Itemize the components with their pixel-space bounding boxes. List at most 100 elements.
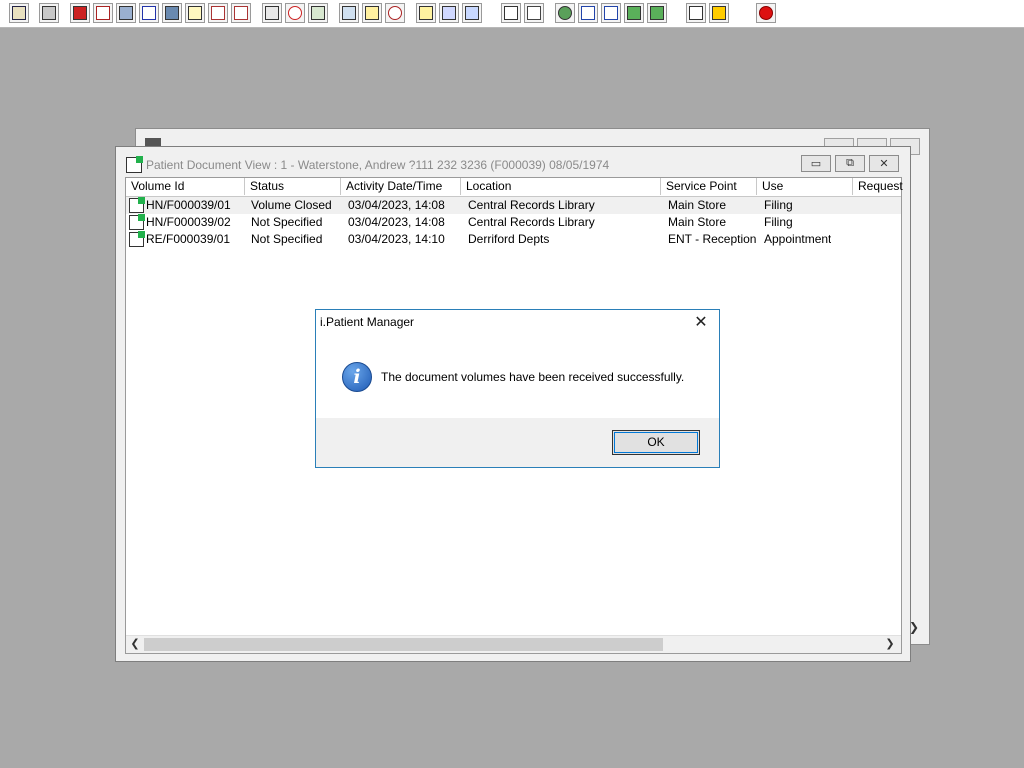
check-list-button-1[interactable] (578, 3, 598, 23)
exit-icon (759, 6, 773, 20)
dialog-close-button[interactable]: ✕ (689, 312, 713, 334)
warning-button[interactable] (709, 3, 729, 23)
column-header-requested[interactable]: Requeste (853, 178, 903, 195)
arrows-button[interactable] (686, 3, 706, 23)
form-button[interactable] (185, 3, 205, 23)
flag-icon (211, 6, 225, 20)
document-volume-icon (129, 231, 145, 247)
cell-status: Volume Closed (251, 198, 332, 212)
scroll-right-icon[interactable]: ❯ (883, 637, 897, 652)
restore-icon: ⧉ (846, 157, 854, 169)
clock-button[interactable] (285, 3, 305, 23)
clock-icon (288, 6, 302, 20)
horizontal-scrollbar[interactable]: ❮ ❯ (126, 635, 901, 653)
globe-button[interactable] (555, 3, 575, 23)
panel-icon (311, 6, 325, 20)
table-row[interactable]: HN/F000039/01 Volume Closed 03/04/2023, … (126, 197, 901, 214)
book-button[interactable] (70, 3, 90, 23)
cell-status: Not Specified (251, 232, 323, 246)
rx-icon (342, 6, 356, 20)
column-header-activity-date[interactable]: Activity Date/Time (341, 178, 461, 195)
letter-m-button[interactable] (139, 3, 159, 23)
document-view-icon (126, 156, 143, 173)
cell-activity: 03/04/2023, 14:10 (348, 232, 445, 246)
letter-m-icon (142, 6, 156, 20)
page-button[interactable] (501, 3, 521, 23)
document-volume-icon (129, 214, 145, 230)
monitor-icon (119, 6, 133, 20)
edit-doc-button[interactable] (93, 3, 113, 23)
printer-icon (42, 6, 56, 20)
dialog-title: i.Patient Manager (320, 315, 415, 329)
bar-chart-icon (527, 6, 541, 20)
cell-service-point: ENT - Reception (668, 232, 757, 246)
check-list-icon (581, 6, 595, 20)
note-button[interactable] (362, 3, 382, 23)
cell-location: Derriford Depts (468, 232, 550, 246)
cell-service-point: Main Store (668, 198, 727, 212)
edit-doc-icon (96, 6, 110, 20)
table-row[interactable]: RE/F000039/01 Not Specified 03/04/2023, … (126, 231, 901, 248)
transfer-button-1[interactable] (624, 3, 644, 23)
cell-location: Central Records Library (468, 198, 595, 212)
rx-button[interactable] (339, 3, 359, 23)
main-toolbar (0, 0, 1024, 28)
cell-use: Appointment (764, 232, 832, 246)
person-button[interactable] (9, 3, 29, 23)
document-volume-icon (129, 197, 145, 213)
flag-button-1[interactable] (208, 3, 228, 23)
close-icon: ✕ (879, 158, 889, 170)
table-row[interactable]: HN/F000039/02 Not Specified 03/04/2023, … (126, 214, 901, 231)
column-header-volume-id[interactable]: Volume Id (126, 178, 245, 195)
cell-status: Not Specified (251, 215, 323, 229)
print-button[interactable] (39, 3, 59, 23)
minimize-icon: ▭ (810, 158, 822, 170)
transfer-button-2[interactable] (647, 3, 667, 23)
form-icon (188, 6, 202, 20)
memo-button[interactable] (416, 3, 436, 23)
check-list-icon (604, 6, 618, 20)
minimize-button[interactable]: ▭ (801, 155, 831, 172)
close-button[interactable]: ✕ (869, 155, 899, 172)
wheelchair-button[interactable] (462, 3, 482, 23)
dialog-message: The document volumes have been received … (381, 370, 685, 384)
cell-use: Filing (764, 215, 793, 229)
column-header-use[interactable]: Use (757, 178, 853, 195)
note-icon (365, 6, 379, 20)
scroll-left-icon[interactable]: ❮ (128, 637, 142, 652)
window-titlebar[interactable]: Patient Document View : 1 - Waterstone, … (116, 147, 910, 177)
exit-button[interactable] (756, 3, 776, 23)
window-title: Patient Document View : 1 - Waterstone, … (146, 158, 610, 172)
flag-button-2[interactable] (231, 3, 251, 23)
cell-volume-id: HN/F000039/01 (146, 198, 231, 212)
nurse-icon (165, 6, 179, 20)
gauge-button[interactable] (385, 3, 405, 23)
flag-icon (234, 6, 248, 20)
maximize-button[interactable]: ⧉ (835, 155, 865, 172)
bar-chart-button[interactable] (524, 3, 544, 23)
column-header-location[interactable]: Location (461, 178, 661, 195)
check-list-button-2[interactable] (601, 3, 621, 23)
cell-volume-id: HN/F000039/02 (146, 215, 231, 229)
nurse-button[interactable] (162, 3, 182, 23)
warning-icon (712, 6, 726, 20)
table-header: Volume Id Status Activity Date/Time Loca… (126, 178, 903, 197)
scrollbar-thumb[interactable] (144, 638, 663, 651)
transfer-icon (650, 6, 664, 20)
envelope-button[interactable] (262, 3, 282, 23)
close-icon: ✕ (694, 314, 708, 331)
monitor-button[interactable] (116, 3, 136, 23)
column-header-status[interactable]: Status (245, 178, 341, 195)
column-header-service-point[interactable]: Service Point (661, 178, 757, 195)
panel-button[interactable] (308, 3, 328, 23)
bed-icon (442, 6, 456, 20)
person-icon (12, 6, 26, 20)
envelope-icon (265, 6, 279, 20)
dialog-footer: OK (316, 418, 719, 467)
cell-use: Filing (764, 198, 793, 212)
bed-button[interactable] (439, 3, 459, 23)
message-dialog: i.Patient Manager ✕ i The document volum… (315, 309, 720, 468)
information-icon: i (342, 362, 372, 392)
cell-activity: 03/04/2023, 14:08 (348, 198, 445, 212)
ok-button[interactable]: OK (612, 430, 700, 455)
